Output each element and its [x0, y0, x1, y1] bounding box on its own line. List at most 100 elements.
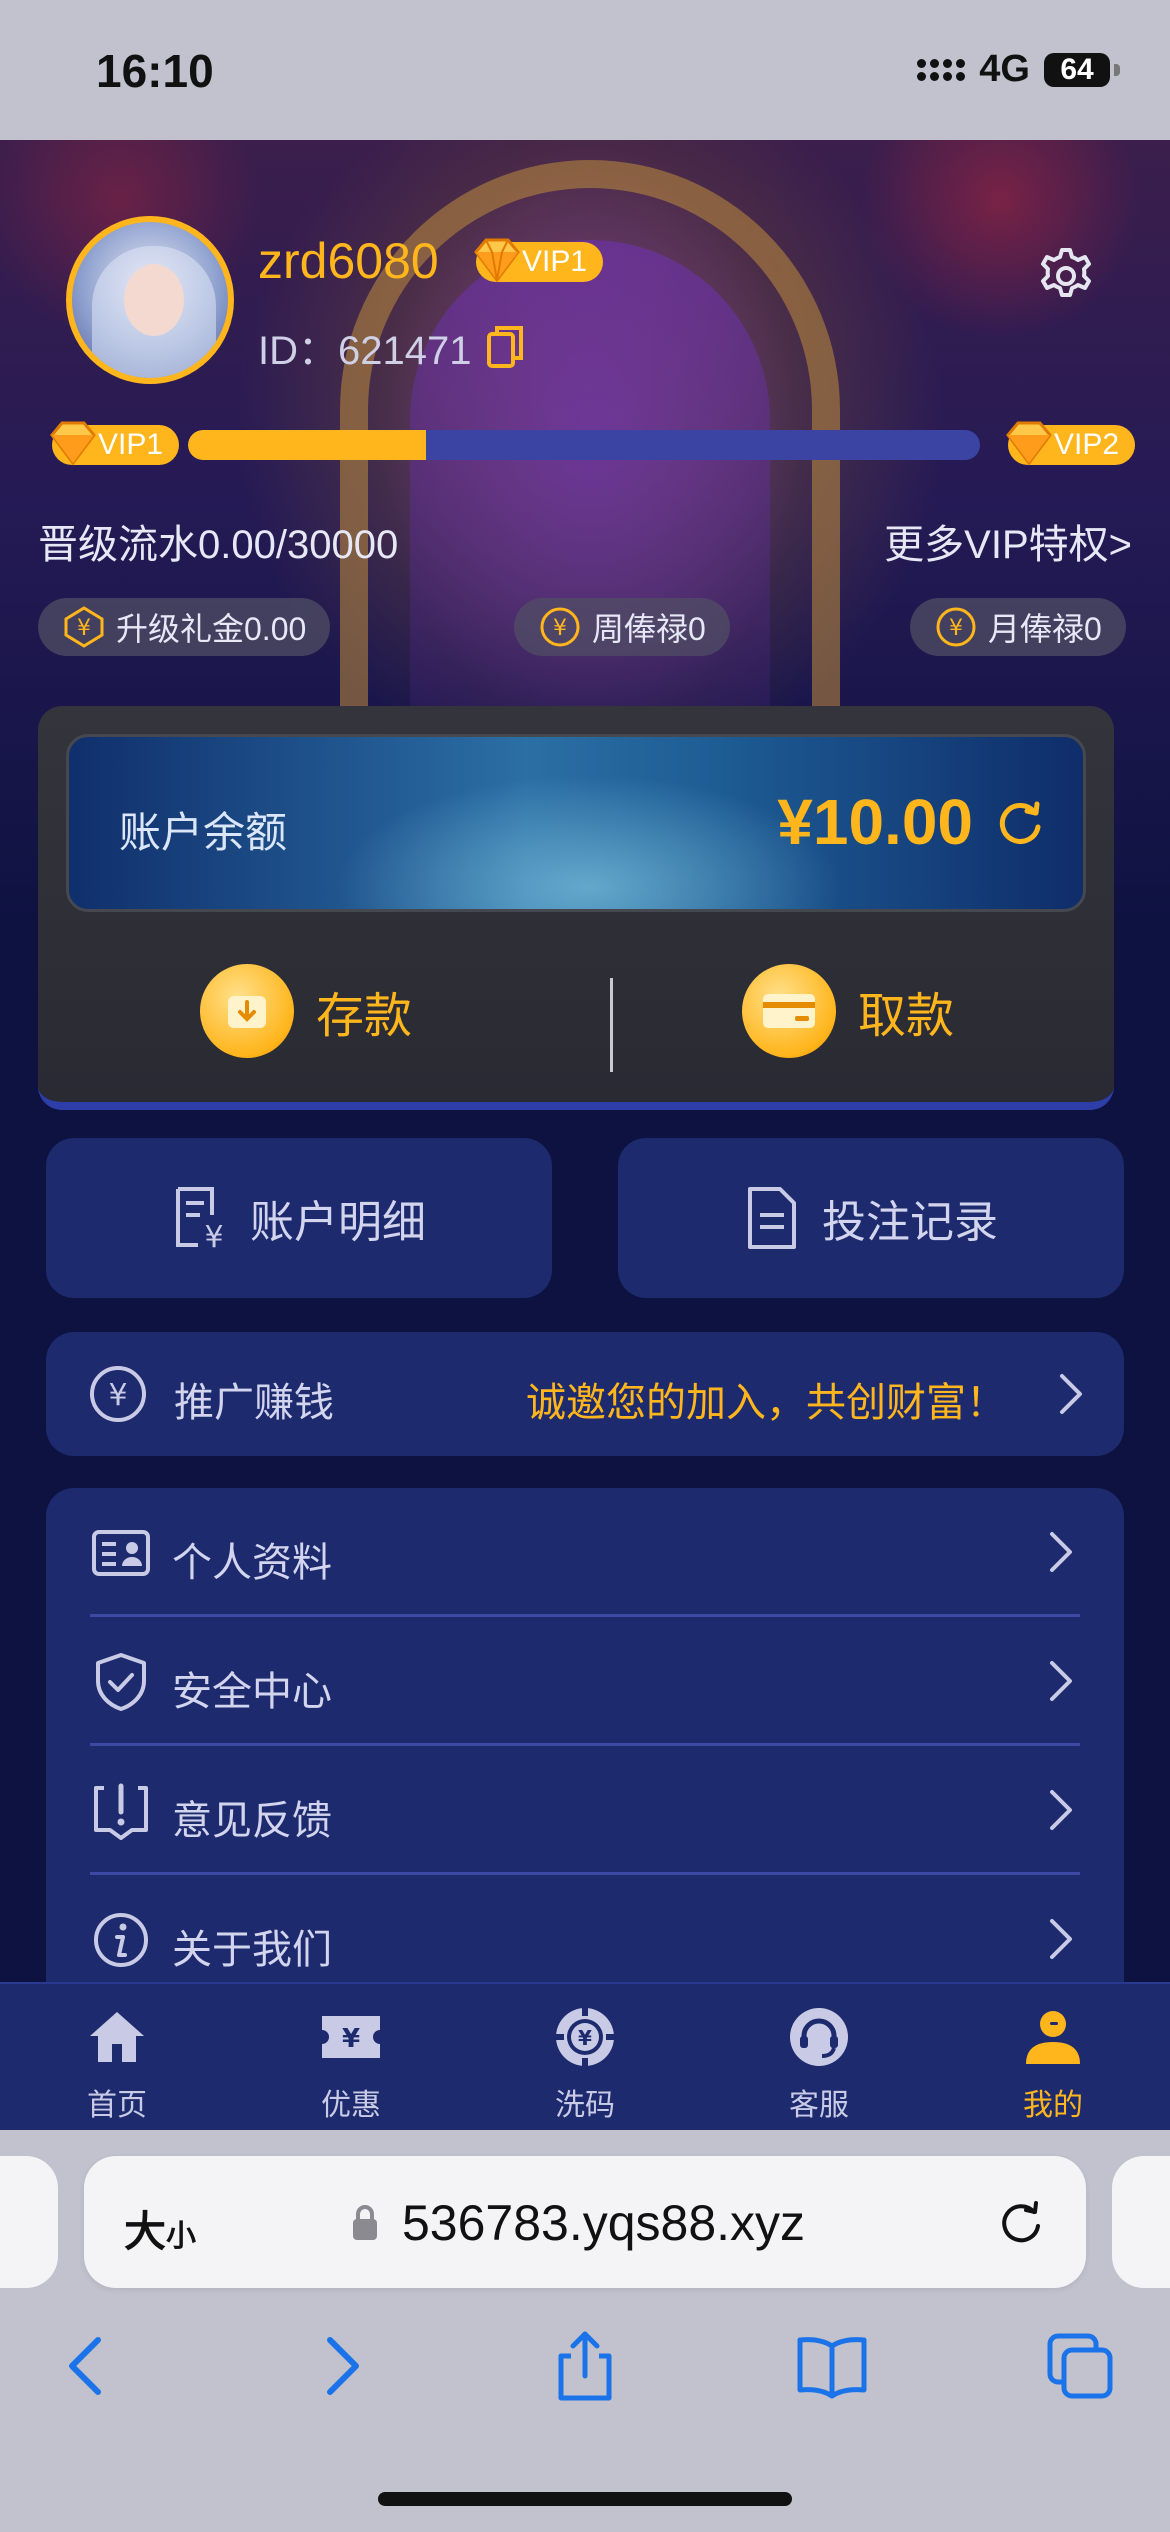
- tab-label: 首页: [87, 2089, 147, 2122]
- more-vip-link[interactable]: 更多VIP特权>: [884, 512, 1132, 570]
- account-details-label: 账户明细: [250, 1198, 426, 1247]
- vip-progress-bar: [188, 430, 980, 460]
- home-icon: [90, 2012, 144, 2062]
- tab-promotions[interactable]: ¥ 优惠: [276, 1984, 426, 2130]
- user-id-value: 621471: [338, 329, 472, 373]
- shield-check-icon: [96, 1653, 146, 1711]
- yen-coin-icon: ¥: [936, 607, 976, 647]
- status-bar: 16:10 4G 64: [0, 0, 1170, 140]
- info-icon: [94, 1913, 148, 1967]
- receipt-icon: ¥: [176, 1187, 224, 1251]
- bottom-tab-bar: 首页 ¥ 优惠 ¥ 洗码 客服 我的: [0, 1982, 1170, 2130]
- menu-item-label: 安全中心: [172, 1670, 332, 1714]
- settings-menu: 个人资料 安全中心 意见反馈 关于我们: [46, 1488, 1124, 2008]
- next-tab-preview[interactable]: [1112, 2156, 1170, 2288]
- account-details-button[interactable]: ¥ 账户明细: [46, 1138, 552, 1298]
- yen-coin-icon: ¥: [540, 607, 580, 647]
- deposit-label: 存款: [316, 990, 413, 1043]
- chevron-right-icon: [1050, 1532, 1072, 1572]
- tab-label: 优惠: [321, 2089, 381, 2122]
- balance-card: 账户余额 ¥10.00 存款 取款: [38, 706, 1114, 1110]
- tab-support[interactable]: 客服: [744, 1984, 894, 2130]
- reward-pill-weekly[interactable]: ¥ 周俸禄0: [514, 598, 730, 656]
- svg-text:¥: ¥: [77, 616, 91, 641]
- browser-chrome: 大小 536783.yqs88.xyz: [0, 2130, 1170, 2532]
- balance-panel: 账户余额 ¥10.00: [66, 734, 1086, 912]
- tabs-icon[interactable]: [1040, 2326, 1120, 2406]
- next-vip-label: VIP2: [1054, 428, 1120, 461]
- chevron-right-icon: [1050, 1661, 1072, 1701]
- share-icon[interactable]: [545, 2326, 625, 2406]
- feedback-icon: [94, 1783, 148, 1840]
- current-vip-badge: VIP1: [50, 421, 180, 466]
- deposit-icon: [200, 964, 294, 1058]
- back-icon[interactable]: [48, 2326, 128, 2406]
- network-type: 4G: [979, 48, 1030, 90]
- address-bar[interactable]: 大小 536783.yqs88.xyz: [84, 2156, 1086, 2288]
- current-vip-label: VIP1: [98, 428, 164, 461]
- copy-icon[interactable]: [485, 324, 525, 370]
- menu-item-label: 关于我们: [172, 1928, 332, 1972]
- tab-label: 我的: [1023, 2089, 1083, 2122]
- menu-item-label: 意见反馈: [172, 1799, 332, 1843]
- reward-label: 周俸禄0: [592, 611, 706, 647]
- url-text: 536783.yqs88.xyz: [402, 2195, 806, 2251]
- upgrade-turnover-text: 晋级流水0.00/30000: [38, 523, 399, 567]
- next-vip-badge: VIP2: [1006, 421, 1136, 466]
- chevron-right-icon: [1060, 1374, 1082, 1414]
- vip-progress-fill: [188, 430, 426, 460]
- bookmarks-icon[interactable]: [792, 2326, 872, 2406]
- tab-mine[interactable]: 我的: [978, 1984, 1128, 2130]
- avatar[interactable]: [66, 216, 234, 384]
- refresh-icon[interactable]: [993, 797, 1047, 851]
- svg-text:¥: ¥: [204, 1220, 223, 1251]
- balance-amount: ¥10.00: [777, 786, 973, 858]
- diamond-icon: [50, 421, 96, 466]
- bet-records-button[interactable]: 投注记录: [618, 1138, 1124, 1298]
- bet-records-label: 投注记录: [822, 1198, 998, 1247]
- signal-icon: [917, 58, 966, 81]
- tab-home[interactable]: 首页: [42, 1984, 192, 2130]
- tab-rebate[interactable]: ¥ 洗码: [510, 1984, 660, 2130]
- menu-item-label: 个人资料: [172, 1541, 332, 1585]
- forward-icon[interactable]: [300, 2326, 380, 2406]
- balance-label: 账户余额: [119, 809, 288, 856]
- yen-coin-icon: ¥: [64, 606, 104, 648]
- text-size-button[interactable]: 大小: [124, 2198, 196, 2259]
- withdraw-label: 取款: [858, 990, 955, 1043]
- chevron-right-icon: [1050, 1919, 1072, 1959]
- lock-icon: [353, 2205, 377, 2240]
- tab-label: 客服: [789, 2089, 849, 2122]
- user-icon: [1026, 2011, 1080, 2064]
- previous-tab-preview[interactable]: [0, 2156, 58, 2288]
- app-content: zrd6080 VIP1 ID：621471 VIP1 VIP2 晋级流水0.0…: [0, 140, 1170, 2130]
- withdraw-button[interactable]: 取款: [742, 964, 954, 1058]
- reload-icon[interactable]: [996, 2198, 1046, 2248]
- reward-pill-monthly[interactable]: ¥ 月俸禄0: [910, 598, 1126, 656]
- username: zrd6080: [258, 233, 439, 289]
- svg-text:¥: ¥: [342, 2024, 360, 2054]
- divider: [610, 978, 613, 1072]
- deposit-button[interactable]: 存款: [200, 964, 412, 1058]
- reward-label: 月俸禄0: [988, 611, 1102, 647]
- menu-item-feedback[interactable]: 意见反馈: [90, 1746, 1080, 1875]
- id-card-icon: [92, 1530, 150, 1576]
- settings-gear-icon[interactable]: [1036, 246, 1096, 306]
- menu-item-security[interactable]: 安全中心: [90, 1617, 1080, 1746]
- menu-item-profile[interactable]: 个人资料: [90, 1488, 1080, 1617]
- home-indicator: [378, 2492, 792, 2506]
- diamond-icon: [1006, 421, 1052, 466]
- chip-icon: ¥: [556, 2008, 614, 2066]
- promo-row[interactable]: ¥ 推广赚钱 诚邀您的加入，共创财富！: [46, 1332, 1124, 1456]
- chevron-right-icon: [1050, 1790, 1072, 1830]
- reward-pill-upgrade[interactable]: ¥ 升级礼金0.00: [38, 598, 331, 656]
- ticket-icon: ¥: [322, 2016, 380, 2058]
- battery-icon: 64: [1044, 52, 1120, 87]
- promo-label: 推广赚钱: [174, 1381, 334, 1425]
- svg-text:¥: ¥: [578, 2026, 592, 2050]
- vip-badge-label: VIP1: [522, 245, 588, 278]
- promo-tagline: 诚邀您的加入，共创财富！: [526, 1381, 1006, 1425]
- user-id-label: ID：: [258, 329, 338, 373]
- svg-text:¥: ¥: [553, 616, 567, 641]
- user-id: ID：621471: [258, 318, 525, 376]
